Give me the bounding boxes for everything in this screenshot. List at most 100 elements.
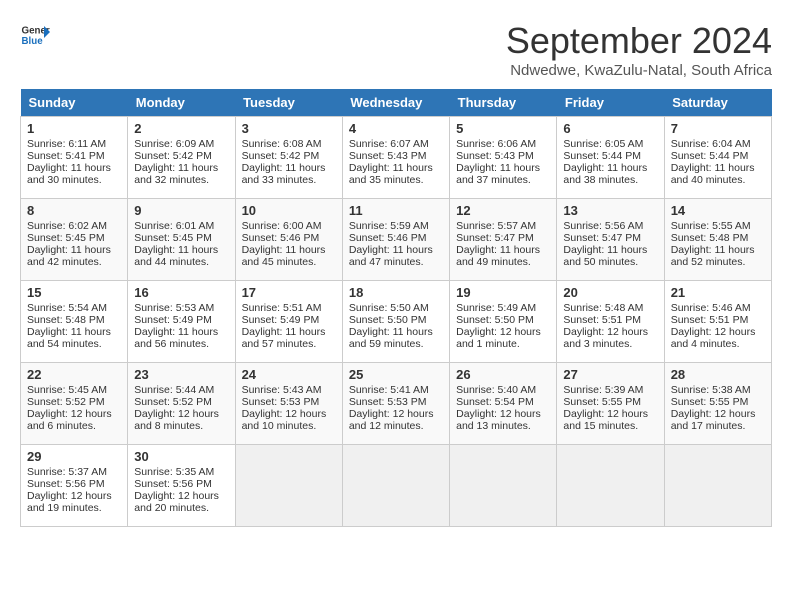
daylight-text: Daylight: 11 hours and 56 minutes.	[134, 326, 218, 350]
sunset-text: Sunset: 5:50 PM	[456, 314, 534, 326]
daylight-text: Daylight: 11 hours and 57 minutes.	[242, 326, 326, 350]
calendar-cell: 22Sunrise: 5:45 AMSunset: 5:52 PMDayligh…	[21, 363, 128, 445]
calendar-cell: 14Sunrise: 5:55 AMSunset: 5:48 PMDayligh…	[664, 199, 771, 281]
svg-text:Blue: Blue	[22, 36, 44, 47]
calendar-cell: 15Sunrise: 5:54 AMSunset: 5:48 PMDayligh…	[21, 281, 128, 363]
day-number: 21	[671, 285, 765, 300]
day-number: 22	[27, 367, 121, 382]
daylight-text: Daylight: 11 hours and 33 minutes.	[242, 162, 326, 186]
calendar-week-row: 1Sunrise: 6:11 AMSunset: 5:41 PMDaylight…	[21, 117, 772, 199]
sunset-text: Sunset: 5:42 PM	[134, 150, 212, 162]
subtitle: Ndwedwe, KwaZulu-Natal, South Africa	[506, 62, 772, 79]
col-header-friday: Friday	[557, 89, 664, 117]
sunset-text: Sunset: 5:51 PM	[563, 314, 641, 326]
daylight-text: Daylight: 12 hours and 10 minutes.	[242, 408, 327, 432]
daylight-text: Daylight: 11 hours and 32 minutes.	[134, 162, 218, 186]
col-header-sunday: Sunday	[21, 89, 128, 117]
calendar-cell: 17 Sunrise: 5:51 AMSunset: 5:49 PMDayligh…	[235, 281, 342, 363]
sunrise-text: Sunrise: 5:35 AM	[134, 466, 214, 478]
daylight-text: Daylight: 11 hours and 45 minutes.	[242, 244, 326, 268]
day-number: 5	[456, 121, 550, 136]
calendar-cell: 25Sunrise: 5:41 AMSunset: 5:53 PMDayligh…	[342, 363, 449, 445]
calendar-cell: 24Sunrise: 5:43 AMSunset: 5:53 PMDayligh…	[235, 363, 342, 445]
calendar-cell: 13Sunrise: 5:56 AMSunset: 5:47 PMDayligh…	[557, 199, 664, 281]
calendar-cell: 28Sunrise: 5:38 AMSunset: 5:55 PMDayligh…	[664, 363, 771, 445]
daylight-text: Daylight: 11 hours and 44 minutes.	[134, 244, 218, 268]
sunrise-text: Sunrise: 5:41 AM	[349, 384, 429, 396]
logo: General Blue	[20, 20, 50, 50]
calendar-cell	[664, 445, 771, 527]
sunrise-text: Sunrise: 6:08 AM	[242, 138, 322, 150]
daylight-text: Daylight: 11 hours and 59 minutes.	[349, 326, 433, 350]
calendar-cell: 12Sunrise: 5:57 AMSunset: 5:47 PMDayligh…	[450, 199, 557, 281]
sunset-text: Sunset: 5:43 PM	[456, 150, 534, 162]
sunrise-text: Sunrise: 5:49 AM	[456, 302, 536, 314]
sunrise-text: Sunrise: 6:09 AM	[134, 138, 214, 150]
day-number: 17	[242, 285, 336, 300]
daylight-text: Daylight: 11 hours and 49 minutes.	[456, 244, 540, 268]
daylight-text: Daylight: 12 hours and 4 minutes.	[671, 326, 756, 350]
calendar-cell: 4Sunrise: 6:07 AMSunset: 5:43 PMDaylight…	[342, 117, 449, 199]
calendar-week-row: 22Sunrise: 5:45 AMSunset: 5:52 PMDayligh…	[21, 363, 772, 445]
daylight-text: Daylight: 12 hours and 1 minute.	[456, 326, 541, 350]
day-number: 12	[456, 203, 550, 218]
sunset-text: Sunset: 5:55 PM	[563, 396, 641, 408]
calendar-cell: 18Sunrise: 5:50 AMSunset: 5:50 PMDayligh…	[342, 281, 449, 363]
daylight-text: Daylight: 11 hours and 50 minutes.	[563, 244, 647, 268]
sunset-text: Sunset: 5:56 PM	[27, 478, 105, 490]
sunset-text: Sunset: 5:49 PM	[242, 314, 320, 326]
sunset-text: Sunset: 5:53 PM	[242, 396, 320, 408]
day-number: 3	[242, 121, 336, 136]
calendar-cell	[557, 445, 664, 527]
daylight-text: Daylight: 12 hours and 17 minutes.	[671, 408, 756, 432]
col-header-monday: Monday	[128, 89, 235, 117]
col-header-thursday: Thursday	[450, 89, 557, 117]
sunrise-text: Sunrise: 5:48 AM	[563, 302, 643, 314]
sunset-text: Sunset: 5:53 PM	[349, 396, 427, 408]
day-number: 25	[349, 367, 443, 382]
sunrise-text: Sunrise: 5:50 AM	[349, 302, 429, 314]
daylight-text: Daylight: 11 hours and 54 minutes.	[27, 326, 111, 350]
daylight-text: Daylight: 12 hours and 20 minutes.	[134, 490, 219, 514]
day-number: 10	[242, 203, 336, 218]
sunrise-text: Sunrise: 5:54 AM	[27, 302, 107, 314]
sunrise-text: Sunrise: 5:53 AM	[134, 302, 214, 314]
sunrise-text: Sunrise: 6:01 AM	[134, 220, 214, 232]
sunrise-text: Sunrise: 5:55 AM	[671, 220, 751, 232]
sunrise-text: Sunrise: 6:04 AM	[671, 138, 751, 150]
main-title: September 2024	[506, 20, 772, 62]
day-number: 7	[671, 121, 765, 136]
sunrise-text: Sunrise: 6:07 AM	[349, 138, 429, 150]
calendar-week-row: 8Sunrise: 6:02 AMSunset: 5:45 PMDaylight…	[21, 199, 772, 281]
calendar-cell	[342, 445, 449, 527]
col-header-saturday: Saturday	[664, 89, 771, 117]
sunrise-text: Sunrise: 5:56 AM	[563, 220, 643, 232]
day-number: 23	[134, 367, 228, 382]
calendar-cell: 23Sunrise: 5:44 AMSunset: 5:52 PMDayligh…	[128, 363, 235, 445]
daylight-text: Daylight: 11 hours and 42 minutes.	[27, 244, 111, 268]
sunset-text: Sunset: 5:41 PM	[27, 150, 105, 162]
day-number: 14	[671, 203, 765, 218]
sunset-text: Sunset: 5:55 PM	[671, 396, 749, 408]
sunrise-text: Sunrise: 6:00 AM	[242, 220, 322, 232]
calendar-header-row: SundayMondayTuesdayWednesdayThursdayFrid…	[21, 89, 772, 117]
sunrise-text: Sunrise: 5:51 AM	[242, 302, 322, 314]
sunset-text: Sunset: 5:48 PM	[671, 232, 749, 244]
day-number: 18	[349, 285, 443, 300]
daylight-text: Daylight: 11 hours and 30 minutes.	[27, 162, 111, 186]
calendar-cell: 9Sunrise: 6:01 AMSunset: 5:45 PMDaylight…	[128, 199, 235, 281]
calendar-table: SundayMondayTuesdayWednesdayThursdayFrid…	[20, 89, 772, 527]
sunset-text: Sunset: 5:46 PM	[349, 232, 427, 244]
sunrise-text: Sunrise: 6:11 AM	[27, 138, 106, 150]
day-number: 6	[563, 121, 657, 136]
calendar-cell: 6Sunrise: 6:05 AMSunset: 5:44 PMDaylight…	[557, 117, 664, 199]
daylight-text: Daylight: 11 hours and 40 minutes.	[671, 162, 755, 186]
calendar-cell	[450, 445, 557, 527]
calendar-cell: 30Sunrise: 5:35 AMSunset: 5:56 PMDayligh…	[128, 445, 235, 527]
day-number: 27	[563, 367, 657, 382]
daylight-text: Daylight: 12 hours and 6 minutes.	[27, 408, 112, 432]
sunset-text: Sunset: 5:51 PM	[671, 314, 749, 326]
sunset-text: Sunset: 5:52 PM	[134, 396, 212, 408]
day-number: 19	[456, 285, 550, 300]
sunset-text: Sunset: 5:44 PM	[563, 150, 641, 162]
